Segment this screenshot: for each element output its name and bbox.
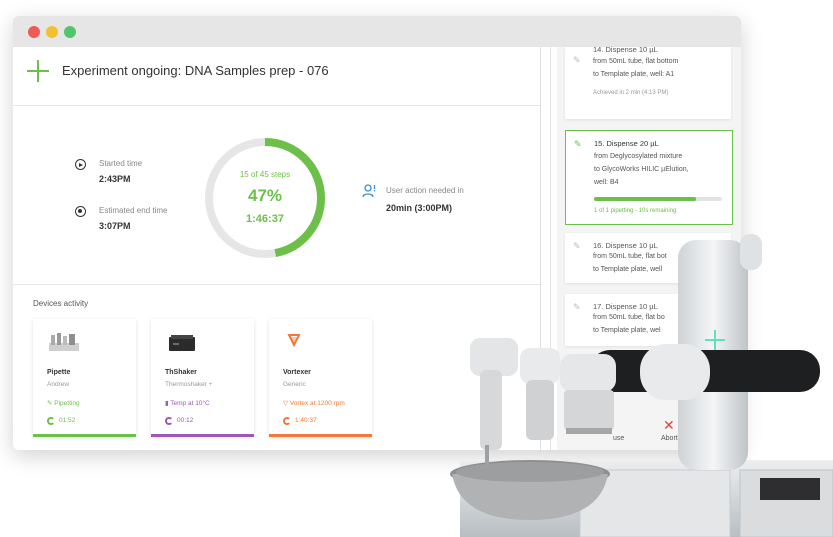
minimize-window-button[interactable]	[46, 26, 58, 38]
step-title: 14. Dispense 10 µL	[593, 45, 658, 54]
device-status-bar	[269, 434, 372, 437]
step-target: to Template plate, well: A1	[593, 71, 675, 78]
steps-count: 15 of 45 steps	[239, 170, 291, 179]
device-card-thshaker[interactable]: ThShaker Thermoshaker + ▮ Temp at 10°C 0…	[151, 319, 254, 437]
step-well: well: B4	[594, 179, 619, 186]
step-source: from Deglycosylated mixture	[594, 153, 683, 160]
user-alert-icon	[362, 184, 376, 198]
title-bar	[13, 16, 741, 47]
devices-title: Devices activity	[33, 299, 89, 308]
device-subtitle: Andrew	[47, 381, 70, 388]
device-status: ▽ Vortex at 1200 rpm	[283, 399, 345, 407]
step-progress-bar	[594, 197, 722, 201]
experiment-header: Experiment ongoing: DNA Samples prep - 0…	[13, 47, 540, 106]
device-timer-text: 1:40:37	[295, 417, 317, 424]
progress-ring: 15 of 45 steps 47% 1:46:37	[201, 134, 329, 262]
user-action-label: User action needed in	[386, 186, 464, 195]
device-status-bar	[33, 434, 136, 437]
step-target: to GlycoWorks HILIC µElution,	[594, 166, 689, 173]
thermoshaker-icon	[169, 335, 195, 351]
device-status: ✎ Pipetting	[47, 399, 80, 407]
device-card-pipette[interactable]: Pipette Andrew ✎ Pipetting 01:52	[33, 319, 136, 437]
device-name: Pipette	[47, 369, 71, 376]
device-status-text: Vortex at 1200 rpm	[289, 400, 345, 407]
step-item[interactable]: ✎ 14. Dispense 10 µL from 50mL tube, fla…	[565, 45, 731, 119]
crosshair-icon	[27, 60, 49, 82]
step-progress-fill	[594, 197, 697, 201]
vortex-small-icon: ▽	[283, 400, 290, 407]
device-name: ThShaker	[165, 369, 197, 376]
step-item-active[interactable]: ✎ 15. Dispense 20 µL from Deglycosylated…	[565, 130, 733, 225]
device-status: ▮ Temp at 10°C	[165, 399, 210, 407]
maximize-window-button[interactable]	[64, 26, 76, 38]
step-title: 15. Dispense 20 µL	[594, 139, 659, 148]
device-status-bar	[151, 434, 254, 437]
device-status-text: Temp at 10°C	[170, 400, 210, 407]
device-timer: 1:40:37	[283, 417, 317, 425]
step-meta: Achieved in 2 min (4:13 PM)	[593, 90, 669, 96]
elapsed-time: 1:46:37	[246, 213, 284, 225]
timer-ring-icon	[283, 417, 291, 425]
pipette-rack-icon	[49, 333, 79, 351]
timer-ring-icon	[165, 417, 173, 425]
device-name: Vortexer	[283, 369, 311, 376]
play-icon	[75, 159, 86, 170]
started-time-label: Started time	[99, 159, 143, 168]
device-status-text: Pipetting	[54, 400, 80, 407]
pipette-icon: ✎	[574, 139, 582, 149]
device-subtitle: Thermoshaker +	[165, 381, 213, 388]
device-timer-text: 00:12	[177, 417, 194, 424]
estimated-time-label: Estimated end time	[99, 206, 168, 215]
started-time-value: 2:43PM	[99, 174, 131, 184]
close-window-button[interactable]	[28, 26, 40, 38]
device-timer-text: 01:52	[59, 417, 76, 424]
page-title: Experiment ongoing: DNA Samples prep - 0…	[62, 63, 329, 78]
pipette-icon: ✎	[573, 55, 581, 65]
estimated-time-value: 3:07PM	[99, 221, 131, 231]
step-meta: 1 of 1 pipetting - 10s remaining	[594, 208, 677, 214]
device-timer: 01:52	[47, 417, 75, 425]
stop-icon	[75, 206, 86, 217]
user-action-value: 20min (3:00PM)	[386, 203, 453, 213]
timer-ring-icon	[47, 417, 55, 425]
step-source: from 50mL tube, flat bottom	[593, 58, 679, 65]
device-card-vortexer[interactable]: Vortexer Generic ▽ Vortex at 1200 rpm 1:…	[269, 319, 372, 437]
device-subtitle: Generic	[283, 381, 306, 388]
vortex-icon	[287, 334, 301, 348]
device-timer: 00:12	[165, 417, 193, 425]
progress-percent: 47%	[247, 186, 283, 205]
lab-robot-illustration	[450, 234, 833, 537]
